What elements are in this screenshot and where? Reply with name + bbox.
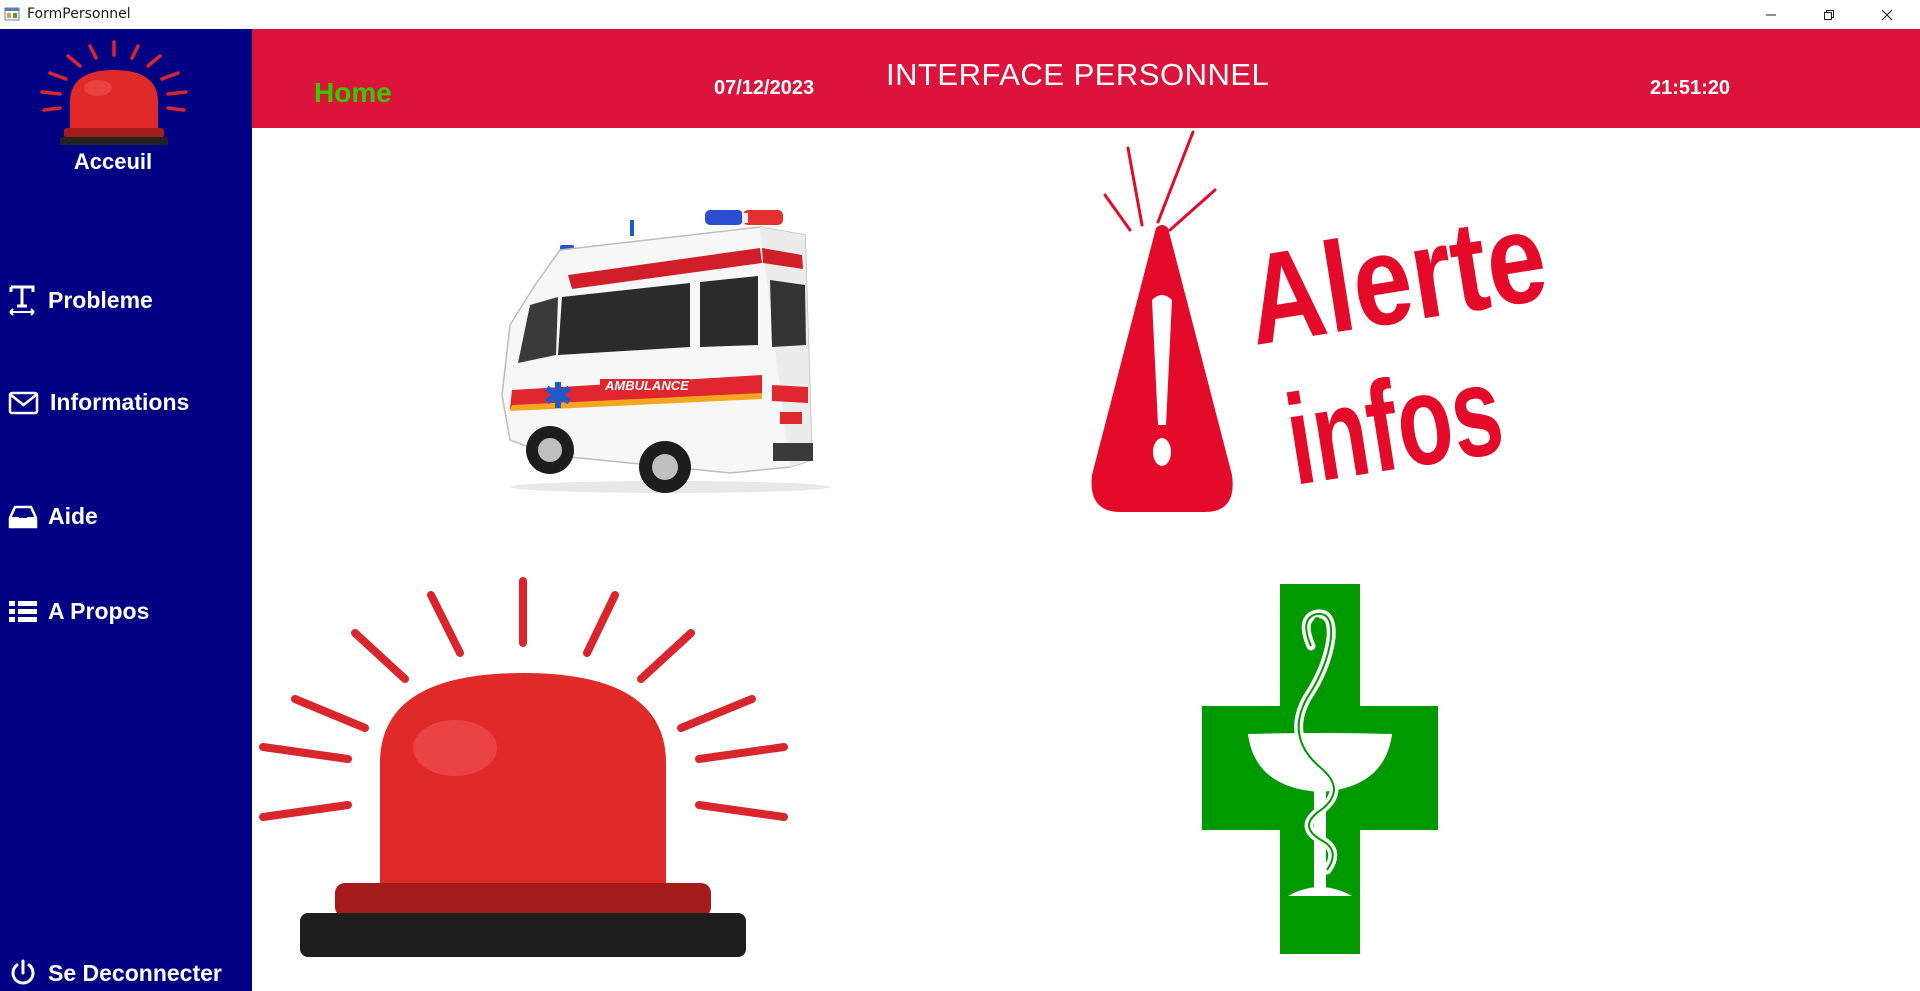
logout-label: Se Deconnecter [48, 959, 222, 986]
text-cursor-icon [9, 285, 35, 316]
home-link[interactable]: Home [314, 77, 392, 109]
home-label[interactable]: Acceuil [0, 149, 226, 175]
power-icon [11, 959, 35, 985]
restore-button[interactable] [1800, 0, 1858, 29]
inbox-icon [8, 505, 38, 528]
sidebar-item-probleme[interactable]: Probleme [8, 284, 153, 316]
mail-icon [8, 391, 39, 414]
sidebar-item-label: Aide [48, 503, 98, 529]
minimize-icon [1766, 14, 1776, 15]
restore-icon [1824, 9, 1834, 20]
sidebar: Acceuil Probleme Informations Aide A Pro… [0, 29, 252, 991]
time-display: 21:51:20 [1650, 77, 1731, 99]
page-title: INTERFACE PERSONNEL [886, 57, 1270, 92]
alerte-infos-tile[interactable]: Alerte infos [1080, 130, 1560, 515]
app-icon [4, 7, 20, 21]
date-display: 07/12/2023 [714, 77, 815, 99]
pharmacy-cross-tile[interactable] [1085, 578, 1555, 958]
header-bar: Home 07/12/2023 INTERFACE PERSONNEL 21:5… [252, 29, 1920, 128]
sidebar-item-label: Probleme [48, 286, 153, 313]
minimize-button[interactable] [1742, 0, 1800, 29]
window-titlebar: FormPersonnel [0, 0, 1920, 30]
alert-line1: Alerte [1237, 184, 1556, 372]
sidebar-item-apropos[interactable]: A Propos [8, 598, 149, 625]
sidebar-item-informations[interactable]: Informations [8, 389, 189, 416]
sidebar-item-aide[interactable]: Aide [8, 503, 98, 530]
ambulance-text: AMBULANCE [604, 378, 689, 393]
window-title: FormPersonnel [27, 6, 131, 22]
siren-logo-icon[interactable] [28, 40, 200, 148]
close-button[interactable] [1858, 0, 1916, 29]
sidebar-item-label: Informations [50, 389, 190, 415]
ambulance-tile[interactable]: AMBULANCE [490, 205, 840, 495]
siren-tile[interactable] [255, 573, 795, 959]
close-icon [1881, 9, 1893, 20]
list-icon [9, 600, 37, 622]
logout-button[interactable]: Se Deconnecter [8, 958, 222, 988]
sidebar-item-label: A Propos [48, 598, 150, 624]
